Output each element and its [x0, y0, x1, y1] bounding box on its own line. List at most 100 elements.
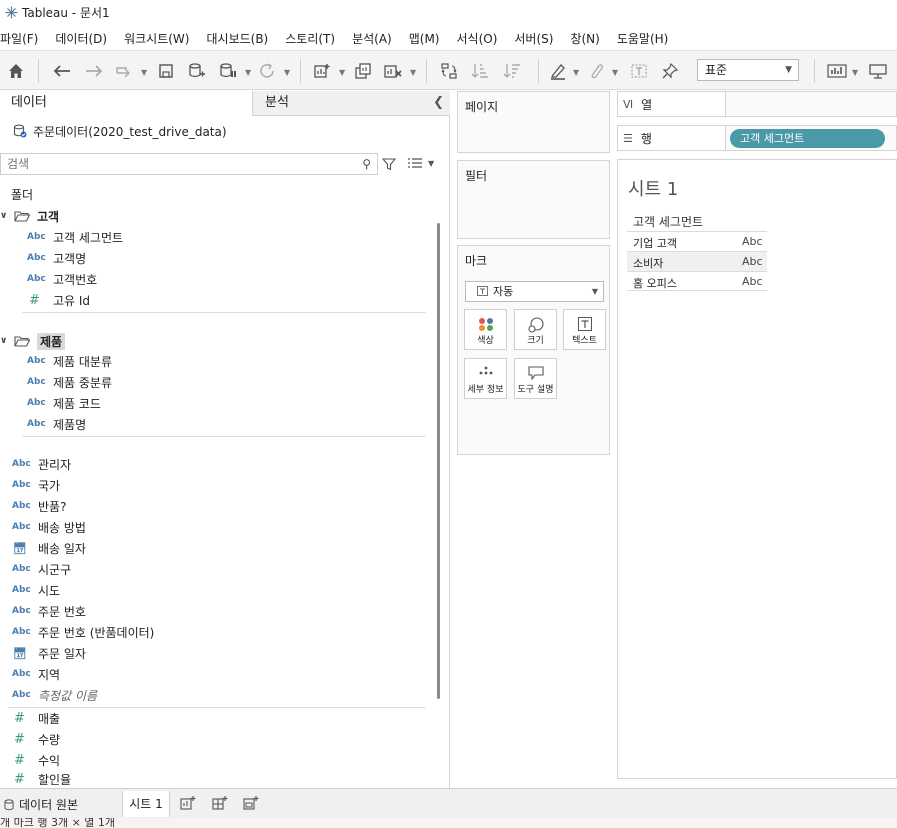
swap-rows-columns-icon[interactable]: [438, 60, 460, 82]
columns-shelf[interactable]: Ⅵ 열: [617, 91, 897, 117]
field-item[interactable]: # 고유 Id: [27, 290, 90, 310]
refresh-icon[interactable]: [256, 60, 278, 82]
text-button[interactable]: 텍스트: [563, 309, 606, 350]
field-item[interactable]: 📅︎ 주문 일자: [12, 643, 86, 663]
field-item[interactable]: Abc 고객번호: [27, 269, 97, 289]
show-mark-labels-icon[interactable]: [628, 60, 650, 82]
datasource-tab[interactable]: 데이터 원본: [4, 796, 78, 813]
rows-shelf[interactable]: ☰ 행 고객 세그먼트: [617, 125, 897, 151]
new-datasource-icon[interactable]: [186, 60, 208, 82]
field-item[interactable]: Abc 관리자: [12, 454, 71, 474]
chevron-down-icon[interactable]: ▼: [612, 68, 618, 77]
sheet-tab-1[interactable]: 시트 1: [122, 791, 170, 817]
field-item[interactable]: Abc 지역: [12, 664, 60, 684]
collapse-panel-icon[interactable]: ❮: [433, 91, 444, 115]
sort-ascending-icon[interactable]: [469, 60, 491, 82]
menu-worksheet[interactable]: 워크시트(W): [124, 30, 189, 47]
mark-type-select[interactable]: 자동 ▼: [465, 281, 604, 302]
chevron-down-icon[interactable]: ▼: [141, 68, 147, 77]
table-row[interactable]: 홈 오피스 Abc: [627, 271, 767, 291]
clear-sheet-icon[interactable]: [382, 60, 404, 82]
pause-update-icon[interactable]: [217, 60, 239, 82]
toolbar-separator: [300, 59, 301, 83]
field-item[interactable]: # 할인율: [12, 771, 71, 787]
menu-story[interactable]: 스토리(T): [285, 30, 335, 47]
chevron-down-icon[interactable]: ▼: [245, 68, 251, 77]
menu-dashboard[interactable]: 대시보드(B): [206, 30, 268, 47]
duplicate-sheet-icon[interactable]: [352, 60, 374, 82]
field-item[interactable]: # 수익: [12, 750, 60, 770]
chevron-down-icon[interactable]: ▼: [284, 68, 290, 77]
menu-help[interactable]: 도움말(H): [617, 30, 669, 47]
replay-icon[interactable]: [113, 60, 135, 82]
filter-icon[interactable]: [381, 157, 397, 174]
sort-descending-icon[interactable]: [501, 60, 523, 82]
menu-data[interactable]: 데이터(D): [55, 30, 107, 47]
chevron-down-icon[interactable]: ▼: [852, 68, 858, 77]
menu-format[interactable]: 서식(O): [457, 30, 498, 47]
detail-label: 세부 정보: [467, 385, 504, 395]
datasource-item[interactable]: 주문데이터(2020_test_drive_data): [13, 122, 227, 140]
field-item[interactable]: Abc 시도: [12, 580, 60, 600]
chevron-down-icon[interactable]: ▼: [339, 68, 345, 77]
table-row[interactable]: 기업 고객 Abc: [627, 231, 767, 251]
rows-pill-customer-segment[interactable]: 고객 세그먼트: [730, 129, 885, 148]
save-icon[interactable]: [155, 60, 177, 82]
table-row[interactable]: 소비자 Abc: [627, 251, 767, 271]
menu-map[interactable]: 맵(M): [409, 30, 440, 47]
field-item[interactable]: Abc 측정값 이름: [12, 685, 97, 705]
field-item[interactable]: Abc 제품 중분류: [27, 372, 112, 392]
marks-card-title: 마크: [465, 254, 488, 268]
pin-axes-icon[interactable]: [659, 60, 681, 82]
field-item[interactable]: Abc 시군구: [12, 559, 71, 579]
field-item[interactable]: Abc 주문 번호: [12, 601, 86, 621]
show-me-icon[interactable]: [826, 60, 848, 82]
field-item[interactable]: Abc 주문 번호 (반품데이터): [12, 622, 154, 642]
tab-analysis[interactable]: 분석 ❮: [252, 91, 450, 116]
menu-analysis[interactable]: 분석(A): [352, 30, 392, 47]
group-members-icon[interactable]: [585, 60, 607, 82]
color-button[interactable]: 색상: [464, 309, 507, 350]
search-box[interactable]: ⚲: [0, 153, 378, 175]
presentation-mode-icon[interactable]: [867, 60, 889, 82]
pages-card[interactable]: 페이지: [457, 91, 610, 153]
field-item[interactable]: Abc 고객 세그먼트: [27, 227, 123, 247]
field-item[interactable]: Abc 제품 대분류: [27, 351, 112, 371]
filters-card[interactable]: 필터: [457, 160, 610, 239]
field-item[interactable]: # 수량: [12, 729, 60, 749]
new-worksheet-icon[interactable]: [311, 60, 333, 82]
undo-icon[interactable]: [51, 60, 73, 82]
field-item[interactable]: Abc 고객명: [27, 248, 86, 268]
menu-file[interactable]: 파일(F): [0, 30, 38, 47]
field-item[interactable]: # 매출: [12, 708, 60, 728]
field-item[interactable]: Abc 배송 방법: [12, 517, 86, 537]
new-dashboard-icon[interactable]: [212, 795, 228, 814]
folder-customer[interactable]: ∨ 고객: [0, 206, 59, 226]
highlight-icon[interactable]: [547, 60, 569, 82]
menu-window[interactable]: 창(N): [570, 30, 599, 47]
tooltip-button[interactable]: 도구 설명: [514, 358, 557, 399]
folder-product[interactable]: ∨ 제품: [0, 331, 66, 351]
new-story-icon[interactable]: [243, 795, 259, 814]
detail-button[interactable]: 세부 정보: [464, 358, 507, 399]
scrollbar-thumb[interactable]: [437, 223, 440, 699]
tab-data[interactable]: 데이터: [0, 91, 252, 116]
field-item[interactable]: Abc 제품 코드: [27, 393, 101, 413]
chevron-down-icon[interactable]: ▼: [573, 68, 579, 77]
view-options-icon[interactable]: [407, 157, 423, 172]
scrollbar[interactable]: [433, 209, 445, 789]
field-item[interactable]: Abc 국가: [12, 475, 60, 495]
redo-icon[interactable]: [83, 60, 105, 82]
chevron-down-icon[interactable]: ▼: [428, 159, 434, 168]
menu-server[interactable]: 서버(S): [514, 30, 553, 47]
search-input[interactable]: [1, 154, 341, 174]
fit-select[interactable]: 표준 ▼: [697, 59, 799, 81]
field-item[interactable]: Abc 제품명: [27, 414, 86, 434]
chevron-down-icon[interactable]: ▼: [410, 68, 416, 77]
field-item[interactable]: Abc 반품?: [12, 496, 66, 516]
field-item[interactable]: 📅︎ 배송 일자: [12, 538, 86, 558]
column-header: 고객 세그먼트: [633, 215, 704, 229]
new-worksheet-icon[interactable]: [180, 795, 196, 814]
home-icon[interactable]: [5, 60, 27, 82]
size-button[interactable]: 크기: [514, 309, 557, 350]
